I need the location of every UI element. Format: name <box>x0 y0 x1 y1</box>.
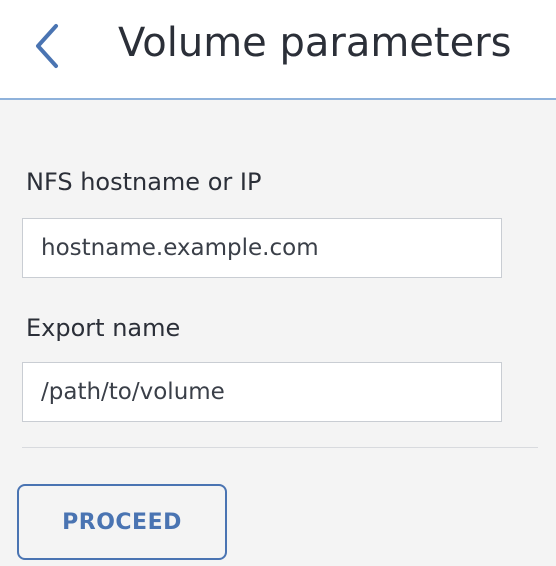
page-title: Volume parameters <box>118 20 512 66</box>
nfs-hostname-input[interactable] <box>22 218 502 278</box>
nfs-hostname-label: NFS hostname or IP <box>26 168 262 196</box>
back-button[interactable] <box>26 18 74 74</box>
export-name-input[interactable] <box>22 362 502 422</box>
proceed-button[interactable]: PROCEED <box>17 484 227 560</box>
export-name-label: Export name <box>26 314 181 342</box>
chevron-left-icon <box>36 24 58 68</box>
page-header: Volume parameters <box>0 0 556 98</box>
form-divider <box>22 447 538 448</box>
